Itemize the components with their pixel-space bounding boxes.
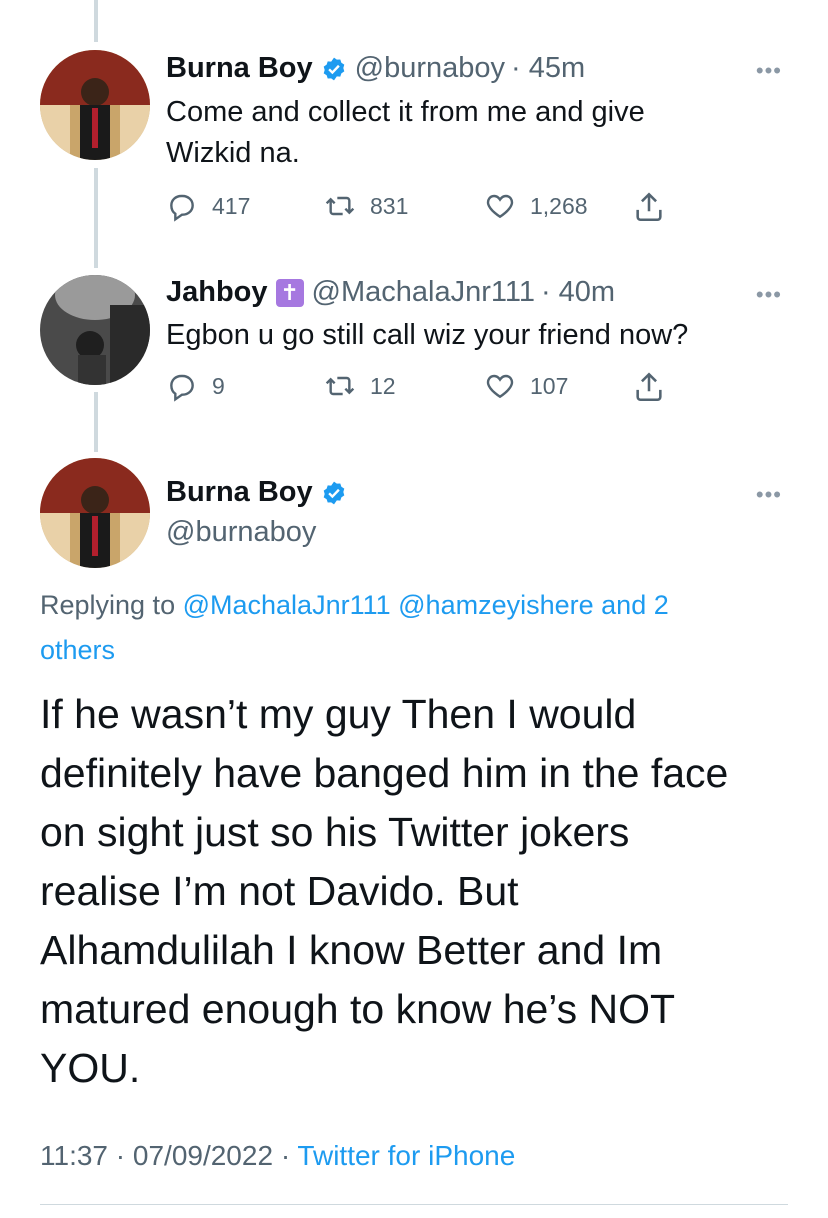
replying-to: Replying to @MachalaJnr111 @hamzeyishere… (40, 583, 780, 673)
verified-badge-icon (323, 481, 344, 504)
share-button[interactable] (632, 190, 680, 224)
main-name[interactable]: Burna Boy (166, 476, 313, 509)
main-text-line: Alhamdulilah I know Better and Im (40, 927, 663, 973)
retweet-button[interactable]: 831 (324, 190, 408, 222)
avatar-image (40, 275, 150, 385)
heart-icon (486, 194, 514, 219)
latin-cross-icon: ✝ (275, 278, 304, 307)
tweet1-text-line: Wizkid na. (166, 137, 300, 169)
tweet1-time: · 45m (511, 52, 586, 84)
thread-line-2 (94, 392, 98, 452)
retweet-button[interactable]: 12 (324, 370, 396, 402)
reply-count: 9 (212, 372, 225, 399)
reply-button[interactable]: 417 (166, 190, 250, 222)
tweet-time[interactable]: 11:37 (40, 1140, 108, 1171)
share-icon (636, 372, 662, 402)
reply-icon (170, 194, 194, 222)
main-tweet-text: If he wasn’t my guy Then I would definit… (40, 685, 800, 1098)
retweet-icon (325, 196, 355, 216)
thread-line-top (94, 0, 98, 42)
tweet1-text: Come and collect it from me and give Wiz… (166, 92, 645, 174)
retweet-count: 12 (370, 372, 396, 399)
divider (40, 1204, 788, 1205)
others-link[interactable]: others (40, 635, 115, 665)
avatar-jahboy[interactable] (40, 275, 150, 385)
thread-line-1 (94, 168, 98, 268)
avatar-image (40, 458, 150, 568)
tweet1-actions: 417 831 1,268 (166, 190, 686, 230)
like-button[interactable]: 1,268 (484, 190, 588, 222)
main-text-line: definitely have banged him in the face (40, 750, 729, 796)
tweet2-name[interactable]: Jahboy (166, 276, 268, 309)
reply-button[interactable]: 9 (166, 370, 225, 402)
tweet2-header: Jahboy ✝ @MachalaJnr111 · 40m (166, 276, 615, 309)
like-button[interactable]: 107 (484, 370, 568, 402)
verified-badge-icon (323, 57, 344, 80)
tweet1-name[interactable]: Burna Boy (166, 52, 313, 85)
mention-link[interactable]: @hamzeyishere (398, 590, 594, 620)
reply-count: 417 (212, 192, 251, 219)
tweet2-time: · 40m (540, 276, 616, 308)
main-text-line: on sight just so his Twitter jokers (40, 809, 630, 855)
tweet1-more-icon[interactable]: ••• (756, 58, 782, 84)
main-handle[interactable]: @burnaboy (166, 516, 316, 549)
tweet-meta: 11:37 · 07/09/2022 · Twitter for iPhone (40, 1140, 515, 1172)
avatar-burnaboy-main[interactable] (40, 458, 150, 568)
tweet-date[interactable]: 07/09/2022 (133, 1140, 273, 1171)
share-button[interactable] (632, 370, 680, 404)
retweet-icon (325, 376, 355, 396)
tweet2-actions: 9 12 107 (166, 370, 686, 410)
main-text-line: YOU. (40, 1045, 141, 1091)
tweet2-handle[interactable]: @MachalaJnr111 (312, 276, 535, 309)
retweet-count: 831 (370, 192, 409, 219)
main-text-line: matured enough to know he’s NOT (40, 986, 676, 1032)
main-more-icon[interactable]: ••• (756, 482, 782, 508)
avatar-image (40, 50, 150, 160)
tweet2-more-icon[interactable]: ••• (756, 282, 782, 308)
replying-prefix: Replying to (40, 590, 176, 620)
like-count: 107 (530, 372, 569, 399)
share-icon (636, 192, 662, 222)
tweet1-text-line: Come and collect it from me and give (166, 96, 645, 128)
meta-separator: · (280, 1140, 298, 1171)
others-link[interactable]: and 2 (601, 590, 669, 620)
avatar-burnaboy[interactable] (40, 50, 150, 160)
main-handle-row: @burnaboy (166, 516, 316, 549)
tweet-source[interactable]: Twitter for iPhone (297, 1140, 515, 1171)
heart-icon (486, 374, 514, 399)
tweet1-header: Burna Boy @burnaboy · 45m (166, 52, 585, 85)
mention-link[interactable]: @MachalaJnr111 (183, 590, 391, 620)
reply-icon (170, 374, 194, 402)
tweet1-handle[interactable]: @burnaboy (355, 52, 505, 85)
like-count: 1,268 (530, 192, 588, 219)
tweet2-text: Egbon u go still call wiz your friend no… (166, 319, 689, 351)
main-text-line: realise I’m not Davido. But (40, 868, 519, 914)
main-header: Burna Boy (166, 476, 355, 509)
main-text-line: If he wasn’t my guy Then I would (40, 691, 637, 737)
meta-separator: · (115, 1140, 133, 1171)
